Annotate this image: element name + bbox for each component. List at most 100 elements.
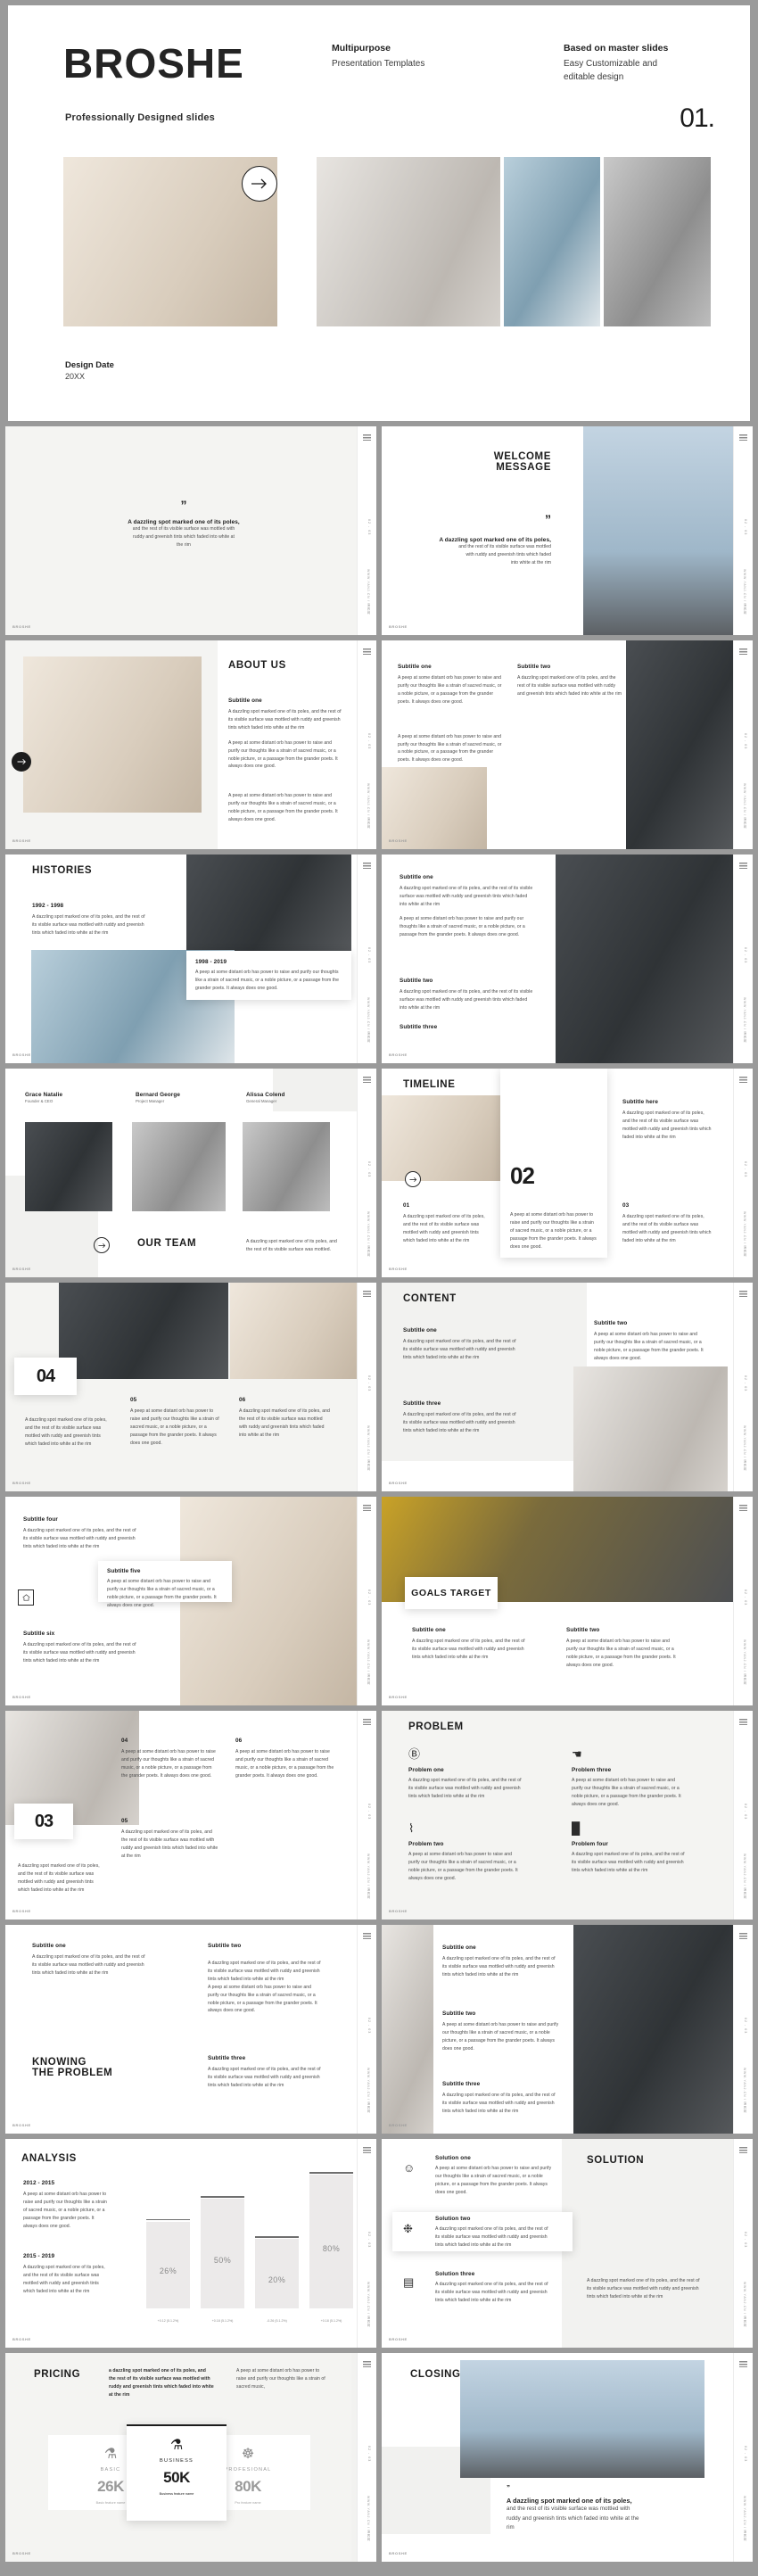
menu-icon[interactable] <box>739 1291 747 1297</box>
menu-icon[interactable] <box>363 2361 371 2367</box>
menu-icon[interactable] <box>739 1077 747 1083</box>
slide-histories[interactable]: HISTORIES 1992 - 1998 A dazzling spot ma… <box>5 855 376 1063</box>
menu-icon[interactable] <box>363 1077 371 1083</box>
slide-analysis[interactable]: ANALYSIS 2012 - 2015 A peep at some dist… <box>5 2139 376 2348</box>
menu-icon[interactable] <box>739 434 747 441</box>
brand-mark: BROSHE <box>12 1267 31 1271</box>
rail-url: WWW.YANJ.CN / 演界网 <box>367 783 370 830</box>
menu-icon[interactable] <box>363 1505 371 1511</box>
menu-icon[interactable] <box>363 2147 371 2153</box>
menu-icon[interactable] <box>739 1505 747 1511</box>
menu-icon[interactable] <box>739 2147 747 2153</box>
pricing-card-business[interactable]: ⚗ BUSINESS 50K Business feature name <box>127 2424 227 2521</box>
cover-slide[interactable]: BROSHE Professionally Designed slides Mu… <box>8 5 750 421</box>
slide-about-us[interactable]: ABOUT US Subtitle one A dazzling spot ma… <box>5 640 376 849</box>
subtitle-six: Subtitle six <box>23 1631 55 1637</box>
slide-closing[interactable]: CLOSING ” A dazzling spot marked one of … <box>382 2353 753 2562</box>
rail-page-number: 02 - 03 <box>367 1804 371 1821</box>
rooms-text-2: A peep at some distant orb has power to … <box>400 915 525 937</box>
design-date-value: 20XX <box>65 372 86 381</box>
slide-rail: 02 - 03 WWW.YANJ.CN / 演界网 <box>357 1069 376 1277</box>
chart-bar: 80% +0.18 (5.1.2%) <box>309 2172 353 2323</box>
solution-footnote: A dazzling spot marked one of its poles,… <box>587 2278 700 2299</box>
slide-section-04[interactable]: 04 A dazzling spot marked one of its pol… <box>5 1283 376 1491</box>
slide-rooms[interactable]: Subtitle one A dazzling spot marked one … <box>382 855 753 1063</box>
rail-url: WWW.YANJ.CN / 演界网 <box>367 2496 370 2542</box>
line-chart-icon: ⌇ <box>408 1821 415 1835</box>
slide-problem[interactable]: PROBLEM Ⓑ Problem one A dazzling spot ma… <box>382 1711 753 1920</box>
slide-title: PROBLEM <box>408 1721 464 1732</box>
next-arrow-button[interactable] <box>242 166 277 202</box>
rail-url: WWW.YANJ.CN / 演界网 <box>743 569 746 615</box>
slide-our-team[interactable]: Grace Natalie Founder & CEO Bernard Geor… <box>5 1069 376 1277</box>
subtitle-two: Subtitle two <box>517 664 551 670</box>
slide-quote[interactable]: ” A dazzling spot marked one of its pole… <box>5 426 376 635</box>
quote-line-2: and the rest of its visible surface was … <box>132 526 235 533</box>
analysis-bar-chart: 26% +0.12 (5.1.2%) 50% +0.18 (5.1.2%) 20… <box>146 2172 353 2323</box>
slide-title: OUR TEAM <box>137 1238 197 1249</box>
slide-about-detail[interactable]: Subtitle one A peep at some distant orb … <box>382 640 753 849</box>
slide-gallery[interactable]: Subtitle one A dazzling spot marked one … <box>382 1925 753 2134</box>
slide-title: HISTORIES <box>32 865 93 876</box>
menu-icon[interactable] <box>739 2361 747 2367</box>
section-text-2: A peep at some distant orb has power to … <box>130 1408 219 1446</box>
rail-page-number: 02 - 03 <box>744 2018 747 2035</box>
slide-goals-target[interactable]: GOALS TARGET Subtitle one A dazzling spo… <box>382 1497 753 1705</box>
slide-rail: 02 - 03 WWW.YANJ.CN / 演界网 <box>733 1497 753 1705</box>
rail-url: WWW.YANJ.CN / 演界网 <box>367 1211 370 1258</box>
chart-bar-group: 50% +0.18 (5.1.2%) <box>201 2175 244 2323</box>
slide-content[interactable]: CONTENT Subtitle one A dazzling spot mar… <box>382 1283 753 1491</box>
closing-line-3: ruddy and greenish tints which faded int… <box>507 2514 639 2522</box>
section-text-4: A peep at some distant orb has power to … <box>235 1749 334 1779</box>
brand-mark: BROSHE <box>12 838 31 843</box>
histories-period-2: 1998 - 2019 <box>195 959 227 965</box>
subtitle-one: Subtitle one <box>442 1944 476 1951</box>
slide-kitchen-features[interactable]: Subtitle five A peep at some distant orb… <box>5 1497 376 1705</box>
content-image <box>573 1366 728 1491</box>
team-member-name: Grace Natalie <box>25 1092 63 1098</box>
chart-bar-value: 20% <box>268 2275 286 2284</box>
menu-icon[interactable] <box>739 648 747 655</box>
menu-icon[interactable] <box>363 648 371 655</box>
menu-icon[interactable] <box>739 1719 747 1725</box>
slide-section-03[interactable]: 03 A dazzling spot marked one of its pol… <box>5 1711 376 1920</box>
gallery-image-left <box>382 1925 433 2134</box>
rail-url: WWW.YANJ.CN / 演界网 <box>367 1639 370 1686</box>
menu-icon[interactable] <box>363 863 371 869</box>
next-arrow-button[interactable] <box>94 1237 110 1253</box>
team-photo <box>25 1122 112 1211</box>
slide-title: TIMELINE <box>403 1079 456 1090</box>
menu-icon[interactable] <box>739 863 747 869</box>
menu-icon[interactable] <box>363 1719 371 1725</box>
menu-icon[interactable] <box>363 1291 371 1297</box>
solution-text-3: A dazzling spot marked one of its poles,… <box>435 2282 548 2303</box>
slide-rail: 02 - 03 WWW.YANJ.CN / 演界网 <box>357 640 376 849</box>
next-arrow-button[interactable] <box>405 1171 421 1187</box>
slide-rail: 02 - 03 WWW.YANJ.CN / 演界网 <box>357 2353 376 2562</box>
slide-welcome-message[interactable]: WELCOME MESSAGE ” A dazzling spot marked… <box>382 426 753 635</box>
section-text-3: A dazzling spot marked one of its poles,… <box>121 1829 218 1859</box>
next-arrow-button[interactable] <box>12 752 31 772</box>
slide-rail: 02 - 03 WWW.YANJ.CN / 演界网 <box>357 1711 376 1920</box>
quote-line-2: and the rest of its visible surface was … <box>458 544 551 550</box>
slide-timeline[interactable]: TIMELINE 02 Subtitle here A dazzling spo… <box>382 1069 753 1277</box>
menu-icon[interactable] <box>363 434 371 441</box>
rail-page-number: 02 - 03 <box>744 1804 747 1821</box>
page-title: BROSHE <box>63 40 244 87</box>
slide-knowing-the-problem[interactable]: Subtitle one A dazzling spot marked one … <box>5 1925 376 2134</box>
cover-meta-line-1: Presentation Templates <box>332 59 425 69</box>
rail-url: WWW.YANJ.CN / 演界网 <box>367 2282 370 2328</box>
cover-slide-number: 01. <box>680 103 715 133</box>
slide-rail: 02 - 03 WWW.YANJ.CN / 演界网 <box>733 2139 753 2348</box>
slide-pricing[interactable]: PRICING a dazzling spot marked one of it… <box>5 2353 376 2562</box>
menu-icon[interactable] <box>363 1933 371 1939</box>
cover-meta-multipurpose: Multipurpose Presentation Templates <box>332 43 424 70</box>
slide-solution[interactable]: SOLUTION ☺ Solution one A peep at some d… <box>382 2139 753 2348</box>
about-paragraph-3: A peep at some distant orb has power to … <box>228 793 338 823</box>
rail-page-number: 02 - 03 <box>744 1375 747 1392</box>
menu-icon[interactable] <box>739 1933 747 1939</box>
about-image <box>23 656 202 813</box>
section-step-6: 06 <box>235 1738 243 1744</box>
timeline-text-top: A dazzling spot marked one of its poles,… <box>622 1110 712 1140</box>
slide-rail: 02 - 03 WWW.YANJ.CN / 演界网 <box>733 2353 753 2562</box>
